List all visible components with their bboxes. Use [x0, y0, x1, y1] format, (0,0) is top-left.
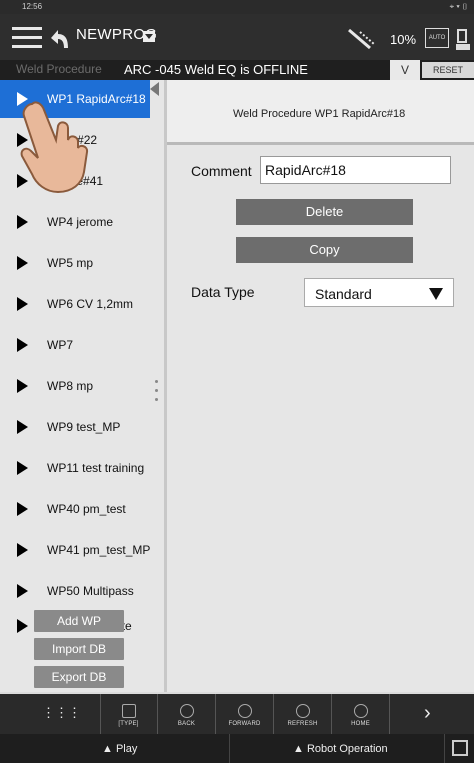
comment-input[interactable]: RapidArc#18: [260, 156, 451, 184]
collapse-panel-icon[interactable]: [150, 82, 159, 96]
dropdown-arrow-icon: [429, 288, 443, 300]
apps-grid-button[interactable]: ⋮⋮⋮: [0, 694, 101, 734]
detail-header: Weld Procedure WP1 RapidArc#18: [167, 80, 474, 145]
forward-icon: [238, 704, 252, 718]
play-tab[interactable]: ▲ Play: [102, 743, 137, 755]
export-db-button[interactable]: Export DB: [34, 666, 124, 688]
weld-status-bar: Weld Procedure ARC -045 Weld EQ is OFFLI…: [0, 60, 474, 80]
clock: 12:56: [22, 2, 43, 11]
next-page-button[interactable]: ›: [390, 694, 474, 734]
list-item[interactable]: WP7: [0, 326, 150, 364]
copy-button[interactable]: Copy: [236, 237, 413, 263]
refresh-button[interactable]: REFRESH: [274, 694, 332, 734]
chevron-right-icon: ›: [424, 702, 431, 724]
top-toolbar: NEWPROG 10% AUTO: [0, 14, 474, 60]
hand-pointer-icon: [12, 96, 92, 196]
delete-button[interactable]: Delete: [236, 199, 413, 225]
play-triangle-icon: [17, 461, 28, 475]
play-triangle-icon: [17, 584, 28, 598]
detail-title: Weld Procedure WP1 RapidArc#18: [233, 108, 406, 120]
list-item[interactable]: WP8 mp: [0, 367, 150, 405]
play-triangle-icon: [17, 379, 28, 393]
add-wp-button[interactable]: Add WP: [34, 610, 124, 632]
list-item[interactable]: WP5 mp: [0, 244, 150, 282]
robot-icon[interactable]: [456, 28, 470, 52]
system-status-bar: 12:56 ⌖ ▾ ▯: [0, 0, 474, 14]
torch-icon[interactable]: [346, 26, 376, 52]
refresh-icon: [296, 704, 310, 718]
forward-button[interactable]: FORWARD: [216, 694, 274, 734]
status-dropdown-button[interactable]: V: [390, 60, 420, 80]
play-triangle-icon: [17, 215, 28, 229]
footer-bar: ▲ Play ▲ Robot Operation: [0, 734, 474, 763]
list-item[interactable]: WP50 Multipass: [0, 572, 150, 610]
play-triangle-icon: [17, 420, 28, 434]
play-triangle-icon: [17, 502, 28, 516]
auto-mode-icon[interactable]: AUTO: [425, 28, 449, 48]
comment-label: Comment: [191, 163, 252, 179]
data-type-value: Standard: [315, 286, 372, 302]
weld-procedure-label: Weld Procedure: [16, 62, 102, 76]
weld-status-message: ARC -045 Weld EQ is OFFLINE: [124, 62, 308, 77]
divider: [229, 734, 230, 763]
program-dropdown-icon[interactable]: [143, 31, 155, 42]
list-item[interactable]: WP41 pm_test_MP: [0, 531, 150, 569]
reset-button[interactable]: RESET: [422, 62, 474, 78]
back-button[interactable]: BACK: [158, 694, 216, 734]
list-item[interactable]: WP40 pm_test: [0, 490, 150, 528]
list-item[interactable]: WP6 CV 1,2mm: [0, 285, 150, 323]
import-db-button[interactable]: Import DB: [34, 638, 124, 660]
status-icons: ⌖ ▾ ▯: [449, 2, 468, 11]
type-button[interactable]: [TYPE]: [100, 694, 158, 734]
play-triangle-icon: [17, 619, 28, 633]
menu-icon[interactable]: [12, 27, 42, 49]
data-type-select[interactable]: Standard: [304, 278, 454, 307]
back-icon: [180, 704, 194, 718]
list-item[interactable]: WP11 test training: [0, 449, 150, 487]
back-arrow-icon[interactable]: [45, 26, 71, 52]
play-triangle-icon: [17, 297, 28, 311]
home-icon: [354, 704, 368, 718]
type-icon: [122, 704, 136, 718]
bottom-navigation: ⋮⋮⋮ [TYPE] BACK FORWARD REFRESH HOME ›: [0, 694, 474, 734]
play-triangle-icon: [17, 338, 28, 352]
grid-icon: ⋮⋮⋮: [42, 705, 81, 720]
list-item[interactable]: WP4 jerome: [0, 203, 150, 241]
play-triangle-icon: [17, 256, 28, 270]
robot-operation-tab[interactable]: ▲ Robot Operation: [293, 743, 388, 755]
data-type-label: Data Type: [191, 284, 255, 300]
speed-indicator[interactable]: 10%: [390, 32, 416, 47]
divider: [444, 734, 445, 763]
list-item[interactable]: WP9 test_MP: [0, 408, 150, 446]
pendant-icon[interactable]: [452, 740, 468, 756]
home-button[interactable]: HOME: [332, 694, 390, 734]
resize-handle[interactable]: [155, 380, 159, 414]
play-triangle-icon: [17, 543, 28, 557]
